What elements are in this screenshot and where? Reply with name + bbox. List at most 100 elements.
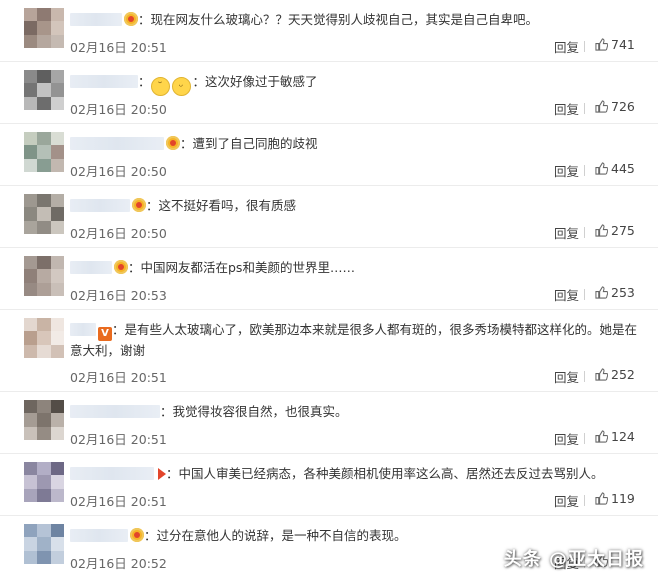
reply-button[interactable]: 回复 (554, 491, 579, 510)
comment-body: ：过分在意他人的说辞，是一种不自信的表现。 (70, 526, 640, 546)
comment-body: ：我觉得妆容很自然，也很真实。 (70, 402, 640, 422)
crown-icon (124, 12, 138, 26)
comment-text: ：我觉得妆容很自然，也很真实。 (160, 404, 348, 419)
avatar[interactable] (24, 256, 64, 296)
crown-icon (166, 136, 180, 150)
comment-item: ：这不挺好看吗，很有质感 02月16日 20:50 回复 275 (0, 186, 658, 248)
divider (584, 433, 585, 444)
divider (584, 165, 585, 176)
comment-date: 02月16日 20:51 (70, 432, 167, 447)
crown-icon (114, 260, 128, 274)
like-button[interactable]: 119 (595, 491, 635, 506)
comment-date: 02月16日 20:50 (70, 102, 167, 117)
username[interactable] (70, 529, 128, 542)
comment-body: ：现在网友什么玻璃心？？天天觉得别人歧视自己，其实是自己自卑吧。 (70, 10, 640, 30)
reply-button[interactable]: 回复 (554, 161, 579, 180)
divider (584, 103, 585, 114)
reply-button[interactable]: 回复 (554, 223, 579, 242)
avatar[interactable] (24, 400, 64, 440)
like-button[interactable]: 445 (595, 161, 635, 176)
comment-item: ：中国网友都活在ps和美颜的世界里…… 02月16日 20:53 回复 253 (0, 248, 658, 310)
like-count: 726 (611, 99, 635, 114)
thumbs-up-icon (595, 38, 609, 51)
flag-icon (158, 468, 166, 480)
crown-icon (130, 528, 144, 542)
comment-date: 02月16日 20:51 (70, 370, 167, 385)
comment-item: V ：是有些人太玻璃心了，欧美那边本来就是很多人都有斑的，很多秀场模特都这样化的。… (0, 310, 658, 392)
like-count: 124 (611, 429, 635, 444)
username[interactable] (70, 323, 96, 336)
like-button[interactable]: 275 (595, 223, 635, 238)
divider (584, 41, 585, 52)
grin-sweat-emoji: ˘ (150, 77, 170, 96)
comment-text: ：这不挺好看吗，很有质感 (146, 198, 297, 213)
avatar[interactable] (24, 194, 64, 234)
like-count: 445 (611, 161, 635, 176)
crown-icon (132, 198, 146, 212)
thumbs-up-icon (595, 430, 609, 443)
comment-item: ：遭到了自己同胞的歧视 02月16日 20:50 回复 445 (0, 124, 658, 186)
comment-date: 02月16日 20:51 (70, 494, 167, 509)
comment-text: ：这次好像过于敏感了 (192, 74, 318, 89)
like-count: 119 (611, 491, 635, 506)
comment-list: ：现在网友什么玻璃心？？天天觉得别人歧视自己，其实是自己自卑吧。 02月16日 … (0, 0, 658, 578)
comment-date: 02月16日 20:53 (70, 288, 167, 303)
comment-text: ：中国人审美已经病态，各种美颜相机使用率这么高、居然还去反过去骂别人。 (166, 466, 604, 481)
like-button[interactable]: 726 (595, 99, 635, 114)
comment-text: ：中国网友都活在ps和美颜的世界里…… (128, 260, 355, 275)
like-button[interactable]: 741 (595, 37, 635, 52)
comment-body: ：中国网友都活在ps和美颜的世界里…… (70, 258, 640, 278)
comment-date: 02月16日 20:51 (70, 40, 167, 55)
avatar[interactable] (24, 524, 64, 564)
comment-text: ：遭到了自己同胞的歧视 (180, 136, 318, 151)
comment-text: ：现在网友什么玻璃心？？天天觉得别人歧视自己，其实是自己自卑吧。 (138, 12, 539, 27)
reply-button[interactable]: 回复 (554, 99, 579, 118)
username[interactable] (70, 467, 154, 480)
username[interactable] (70, 137, 164, 150)
thumbs-up-icon (595, 224, 609, 237)
comment-text: ：是有些人太玻璃心了，欧美那边本来就是很多人都有斑的，很多秀场模特都这样化的。她… (70, 322, 638, 358)
username[interactable] (70, 405, 160, 418)
tears-of-joy-emoji: ᵕ (171, 77, 191, 96)
like-count: 253 (611, 285, 635, 300)
thumbs-up-icon (595, 492, 609, 505)
thumbs-up-icon (595, 100, 609, 113)
reply-button[interactable]: 回复 (554, 37, 579, 56)
comment-item: ：现在网友什么玻璃心？？天天觉得别人歧视自己，其实是自己自卑吧。 02月16日 … (0, 0, 658, 62)
thumbs-up-icon (595, 162, 609, 175)
reply-button[interactable]: 回复 (554, 429, 579, 448)
username[interactable] (70, 261, 112, 274)
vip-icon: V (98, 327, 112, 341)
comment-date: 02月16日 20:50 (70, 164, 167, 179)
divider (584, 227, 585, 238)
reply-button[interactable]: 回复 (554, 367, 579, 386)
username[interactable] (70, 199, 130, 212)
divider (584, 495, 585, 506)
watermark: 头条 @亚太日报 (503, 549, 644, 570)
comment-item: ：中国人审美已经病态，各种美颜相机使用率这么高、居然还去反过去骂别人。 02月1… (0, 454, 658, 516)
avatar[interactable] (24, 70, 64, 110)
divider (584, 371, 585, 382)
like-count: 741 (611, 37, 635, 52)
reply-button[interactable]: 回复 (554, 285, 579, 304)
comment-body: ： ˘ ᵕ ：这次好像过于敏感了 (70, 72, 640, 96)
avatar[interactable] (24, 132, 64, 172)
comment-date: 02月16日 20:50 (70, 226, 167, 241)
thumbs-up-icon (595, 368, 609, 381)
like-count: 252 (611, 367, 635, 382)
like-button[interactable]: 253 (595, 285, 635, 300)
comment-body: ：这不挺好看吗，很有质感 (70, 196, 640, 216)
avatar[interactable] (24, 318, 64, 358)
like-button[interactable]: 252 (595, 367, 635, 382)
like-button[interactable]: 124 (595, 429, 635, 444)
comment-text: ：过分在意他人的说辞，是一种不自信的表现。 (144, 528, 407, 543)
comment-item: ：我觉得妆容很自然，也很真实。 02月16日 20:51 回复 124 (0, 392, 658, 454)
avatar[interactable] (24, 8, 64, 48)
comment-body: V ：是有些人太玻璃心了，欧美那边本来就是很多人都有斑的，很多秀场模特都这样化的。… (70, 320, 644, 361)
divider (584, 289, 585, 300)
username[interactable] (70, 13, 122, 26)
avatar[interactable] (24, 462, 64, 502)
username[interactable] (70, 75, 138, 88)
like-count: 275 (611, 223, 635, 238)
thumbs-up-icon (595, 286, 609, 299)
